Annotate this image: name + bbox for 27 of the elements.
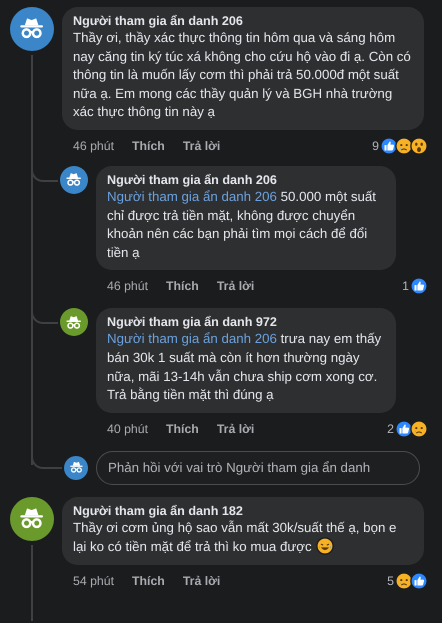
- mention-link[interactable]: Người tham gia ẩn danh 206: [107, 331, 277, 346]
- reply-link[interactable]: Trả lời: [182, 136, 220, 156]
- like-link[interactable]: Thích: [132, 572, 165, 590]
- comment-time: 54 phút: [73, 572, 114, 590]
- comment-time: 40 phút: [107, 420, 148, 438]
- comment-time: 46 phút: [107, 278, 148, 296]
- author-name[interactable]: Người tham gia ẩn danh 206: [73, 13, 413, 29]
- author-name[interactable]: Người tham gia ẩn danh 182: [73, 502, 413, 519]
- reaction-count: 1: [402, 278, 409, 296]
- reply-field[interactable]: Phản hồi với vai trò Người tham gia ẩn danh: [96, 450, 420, 485]
- mention-link[interactable]: Người tham gia ẩn danh 206: [107, 188, 277, 204]
- like-link[interactable]: Thích: [166, 420, 199, 438]
- reaction-count: 2: [387, 420, 394, 438]
- reaction-count: 5: [387, 572, 394, 590]
- reply-link[interactable]: Trả lời: [216, 277, 254, 296]
- reply-link[interactable]: Trả lời: [216, 420, 254, 438]
- comment-text: Thầy ơi, thầy xác thực thông tin hôm qua và sáng hôm nay căng tin ký túc xá không cho cứu hộ vào đi ạ. Còn có thông tin là muốn lấy cơm thì phải trả 50.000đ một suất nữa ạ. Em mong các thầy quản lý và BGH nhà trường xác thực thông tin này ạ: [73, 29, 412, 122]
- like-link[interactable]: Thích: [132, 136, 165, 156]
- reply-link[interactable]: Trả lời: [182, 572, 220, 590]
- comment-text: Người tham gia ẩn danh 206 trưa nay em thấy bán 30k 1 suất mà còn ít hơn thường ngày nữa, mãi 13-14h vẫn chưa ship cơm xong cơ. Trả bằng tiền mặt thì đúng ạ: [107, 330, 382, 404]
- comment-text: Người tham gia ẩn danh 206 50.000 một suất chỉ được trả tiền mặt, không được chuyển khoản nên các bạn phải tìm mọi cách để đổi tiền ạ: [107, 188, 377, 262]
- reaction-count: 9: [372, 138, 379, 155]
- like-link[interactable]: Thích: [166, 277, 199, 296]
- author-name[interactable]: Người tham gia ẩn danh 972: [107, 314, 385, 330]
- author-name[interactable]: Người tham gia ẩn danh 206: [107, 172, 385, 188]
- comment-time: 46 phút: [73, 138, 114, 155]
- comment-text: Thầy ơi cơm ủng hộ sao vẫn mất 30k/suất thế ạ, bọn e lại ko có tiền mặt để trả thì ko mua được: [73, 518, 398, 557]
